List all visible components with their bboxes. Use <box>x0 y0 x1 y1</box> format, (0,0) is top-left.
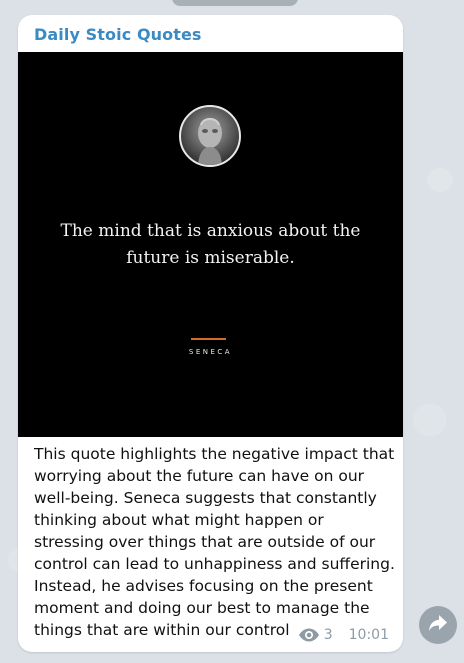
forward-button[interactable] <box>419 606 457 644</box>
message-time: 10:01 <box>348 627 389 643</box>
forward-arrow-icon <box>428 614 448 636</box>
quote-author: SENECA <box>188 348 233 356</box>
view-count: 3 <box>323 627 333 643</box>
message-meta: 3 10:01 <box>298 627 389 643</box>
date-pill <box>172 0 298 6</box>
message-text: This quote highlights the negative impac… <box>34 445 395 639</box>
message-bubble[interactable]: Daily Stoic Quotes The mind that is anxi… <box>18 15 403 652</box>
quote-image[interactable]: The mind that is anxious about the futur… <box>18 52 403 437</box>
eye-icon <box>298 628 320 642</box>
channel-name[interactable]: Daily Stoic Quotes <box>34 25 202 44</box>
quote-divider <box>191 338 226 340</box>
seneca-bust-avatar <box>179 105 241 167</box>
quote-text: The mind that is anxious about the futur… <box>60 221 361 268</box>
